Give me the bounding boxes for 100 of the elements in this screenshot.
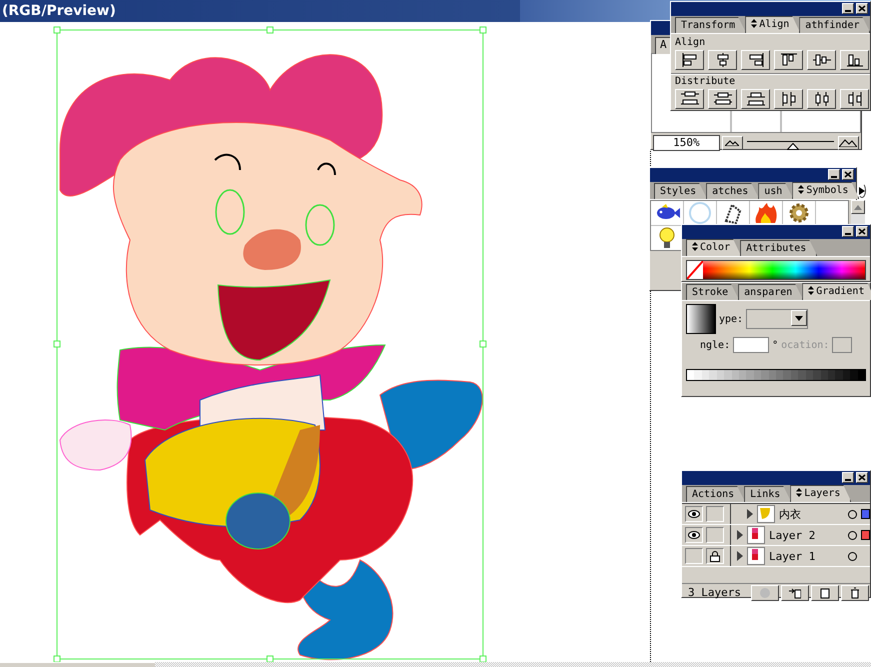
zoom-field[interactable]: 150%: [653, 135, 720, 151]
align-button[interactable]: [774, 50, 803, 70]
align-button[interactable]: [840, 50, 869, 70]
panel-tab[interactable]: Transform: [675, 17, 746, 33]
align-button[interactable]: [675, 50, 704, 70]
target-circle[interactable]: [848, 552, 857, 560]
visibility-toggle[interactable]: [685, 548, 703, 564]
slider-thumb[interactable]: [786, 143, 799, 150]
panel-tab[interactable]: ansparen: [738, 284, 804, 300]
panel-title-bar[interactable]: [650, 168, 856, 182]
target-circle[interactable]: [848, 510, 857, 518]
panel-tab[interactable]: Styles: [654, 183, 708, 199]
distribute-button[interactable]: [840, 89, 869, 109]
degree-sign: °: [772, 340, 778, 350]
target-circle[interactable]: [848, 530, 857, 540]
sort-arrows-icon: [796, 488, 802, 497]
new-layer-button[interactable]: [810, 585, 839, 601]
trash-icon: [848, 587, 861, 599]
panel-tab[interactable]: Links: [744, 486, 792, 502]
location-field[interactable]: [832, 337, 852, 353]
type-dropdown[interactable]: [746, 309, 808, 329]
color-spectrum[interactable]: [703, 261, 865, 279]
new-sublayer-icon: [788, 587, 801, 599]
align-icon: [844, 52, 864, 68]
lock-toggle[interactable]: [706, 506, 724, 522]
visibility-toggle[interactable]: [685, 506, 703, 522]
layer-thumbnail: [758, 506, 772, 520]
align-button[interactable]: [807, 50, 836, 70]
expand-triangle-icon[interactable]: [747, 509, 753, 519]
panel-menu-button[interactable]: [858, 183, 866, 198]
visibility-toggle[interactable]: [685, 527, 703, 543]
angle-field[interactable]: [733, 337, 770, 353]
panel-tab[interactable]: Actions: [686, 486, 746, 502]
distribute-button[interactable]: [774, 89, 803, 109]
symbol-swatch[interactable]: [651, 226, 683, 250]
layer-name: 内衣: [779, 506, 801, 522]
distribute-icon: [680, 91, 700, 107]
expand-triangle-icon[interactable]: [737, 530, 743, 540]
close-icon: [858, 5, 866, 12]
minimize-button[interactable]: [828, 169, 840, 180]
align-button[interactable]: [708, 50, 737, 70]
mountain-icon: [725, 140, 740, 146]
close-icon: [858, 228, 866, 235]
panel-tab[interactable]: Color: [686, 239, 742, 256]
close-icon: [858, 474, 866, 481]
panel-tab[interactable]: Layers: [790, 485, 852, 502]
symbol-swatch[interactable]: [783, 201, 815, 225]
lock-toggle[interactable]: [706, 548, 724, 564]
minimize-button[interactable]: [842, 472, 854, 483]
scroll-up-button[interactable]: [851, 200, 865, 214]
distribute-button[interactable]: [741, 89, 770, 109]
close-button[interactable]: [842, 169, 854, 180]
distribute-button[interactable]: [708, 89, 737, 109]
panel-tab[interactable]: Gradient: [802, 283, 871, 300]
type-label: ype:: [719, 314, 744, 324]
close-button[interactable]: [856, 3, 868, 14]
layer-row[interactable]: 内衣: [682, 504, 870, 525]
panel-tab[interactable]: Symbols: [792, 182, 860, 199]
panel-tab[interactable]: athfinder: [799, 17, 870, 33]
panel-title-bar[interactable]: [682, 225, 870, 239]
mountain-icon: [839, 139, 858, 147]
symbol-swatch[interactable]: [717, 201, 749, 225]
zoom-out-button[interactable]: [722, 136, 743, 150]
panel-title-bar[interactable]: [682, 471, 870, 485]
panel-tab[interactable]: Align: [745, 16, 800, 33]
minimize-button[interactable]: [842, 226, 854, 237]
panel-tab[interactable]: ush: [758, 183, 794, 199]
sort-arrows-icon: [798, 185, 804, 194]
close-icon: [844, 171, 852, 178]
none-swatch-icon[interactable]: [687, 261, 703, 279]
panel-tab[interactable]: atches: [706, 183, 760, 199]
new-layer-icon: [818, 587, 831, 599]
align-icon: [778, 52, 798, 68]
align-button[interactable]: [741, 50, 770, 70]
zoom-in-button[interactable]: [838, 136, 859, 150]
align-icon: [812, 52, 832, 68]
close-button[interactable]: [856, 226, 868, 237]
expand-triangle-icon[interactable]: [737, 551, 743, 561]
panel-title-bar[interactable]: [671, 2, 870, 16]
symbol-swatch[interactable]: [651, 201, 683, 225]
sort-arrows-icon: [808, 286, 814, 295]
distribute-button[interactable]: [675, 89, 704, 109]
close-button[interactable]: [856, 472, 868, 483]
circle-icon: [758, 587, 771, 599]
symbol-swatch[interactable]: [684, 201, 716, 225]
distribute-button[interactable]: [807, 89, 836, 109]
minimize-button[interactable]: [842, 3, 854, 14]
layer-row[interactable]: Layer 1: [682, 546, 870, 567]
lock-toggle[interactable]: [706, 527, 724, 543]
location-label: ocation:: [781, 340, 830, 350]
symbol-swatch[interactable]: [750, 201, 782, 225]
delete-button[interactable]: [840, 585, 869, 601]
distribute-icon: [712, 91, 732, 107]
new-sublayer-button[interactable]: [780, 585, 809, 601]
panel-tab[interactable]: Stroke: [686, 284, 740, 300]
layer-row[interactable]: Layer 2: [682, 525, 870, 546]
make-clipping-mask-button[interactable]: [750, 585, 779, 601]
sort-arrows-icon: [751, 19, 758, 28]
gradient-preview: [686, 304, 716, 334]
panel-tab[interactable]: Attributes: [740, 240, 818, 256]
